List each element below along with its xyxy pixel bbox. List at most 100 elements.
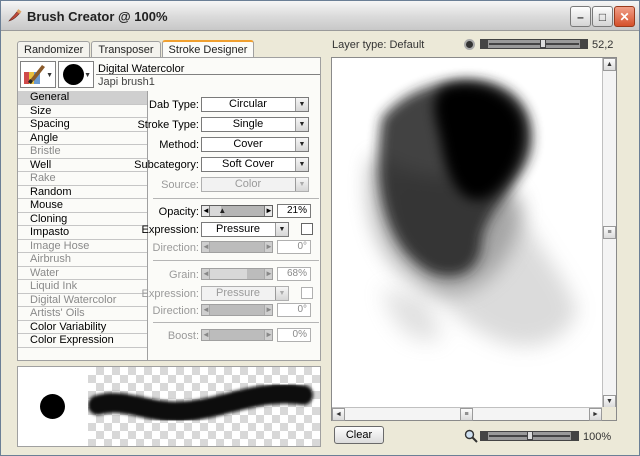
stroke-type-select[interactable]: Single ▼ bbox=[201, 117, 309, 132]
source-row: Source: Color ▼ bbox=[149, 177, 321, 193]
category-well[interactable]: Well bbox=[18, 159, 147, 172]
category-angle[interactable]: Angle bbox=[18, 132, 147, 145]
zoom-thumb[interactable] bbox=[526, 431, 533, 440]
slider-left-icon: ◄ bbox=[202, 305, 210, 315]
preview-canvas[interactable]: ▲ ≡ ▼ ◄ ≡ ► bbox=[331, 57, 617, 421]
grain-slider: ◄ ► bbox=[201, 268, 273, 280]
subcategory-label: Subcategory: bbox=[134, 159, 199, 171]
boost-slider: ◄ ► bbox=[201, 329, 273, 341]
category-digital-watercolor: Digital Watercolor bbox=[18, 294, 147, 307]
divider bbox=[153, 198, 319, 199]
slider-right-icon: ► bbox=[264, 330, 273, 340]
chevron-down-icon: ▼ bbox=[84, 72, 91, 79]
vertical-scroll-thumb[interactable]: ≡ bbox=[603, 226, 616, 239]
boost-label: Boost: bbox=[167, 330, 199, 342]
category-color-variability[interactable]: Color Variability bbox=[18, 321, 147, 334]
category-mouse[interactable]: Mouse bbox=[18, 199, 147, 213]
category-cloning[interactable]: Cloning bbox=[18, 213, 147, 226]
brush-category-selector[interactable]: ▼ bbox=[20, 61, 56, 88]
divider bbox=[96, 74, 320, 75]
subcategory-select[interactable]: Soft Cover ▼ bbox=[201, 157, 309, 172]
slider-left-icon: ◄ bbox=[202, 330, 210, 340]
magnifier-icon bbox=[464, 429, 478, 443]
category-impasto[interactable]: Impasto bbox=[18, 226, 147, 240]
method-value: Cover bbox=[233, 138, 263, 150]
dab-type-label: Dab Type: bbox=[149, 99, 199, 111]
minimize-button[interactable]: – bbox=[570, 6, 591, 27]
category-general[interactable]: General bbox=[18, 91, 147, 105]
dab-preview bbox=[18, 367, 88, 446]
stroke-designer-panel: ▼ ▼ Digital Watercolor Japi brush1 Gener… bbox=[17, 57, 321, 361]
source-label: Source: bbox=[161, 179, 199, 191]
opacity-expression-label: Expression: bbox=[141, 224, 199, 236]
category-image-hose: Image Hose bbox=[18, 240, 147, 253]
maximize-button[interactable]: □ bbox=[592, 6, 613, 27]
slider-left-end bbox=[481, 40, 488, 48]
category-random[interactable]: Random bbox=[18, 186, 147, 199]
slider-right-icon[interactable]: ► bbox=[264, 206, 273, 216]
horizontal-scrollbar[interactable]: ◄ ≡ ► bbox=[332, 407, 602, 421]
grain-expression-row: Expression: Pressure ▼ bbox=[142, 286, 321, 302]
subcategory-value: Soft Cover bbox=[222, 158, 274, 170]
round-dab-variant-icon bbox=[63, 64, 84, 85]
brush-size-icon bbox=[464, 39, 475, 50]
close-button[interactable]: ✕ bbox=[614, 6, 635, 27]
subcategory-row: Subcategory: Soft Cover ▼ bbox=[134, 157, 321, 173]
tab-transposer[interactable]: Transposer bbox=[91, 41, 161, 58]
category-liquid-ink: Liquid Ink bbox=[18, 280, 147, 294]
scrollbar-corner bbox=[602, 407, 616, 420]
category-color-expression[interactable]: Color Expression bbox=[18, 334, 147, 348]
grain-expression-value: Pressure bbox=[215, 287, 261, 299]
dab-type-select[interactable]: Circular ▼ bbox=[201, 97, 309, 112]
title-bar[interactable]: Brush Creator @ 100% – □ ✕ bbox=[1, 1, 639, 31]
grain-direction-value: 0° bbox=[277, 303, 311, 317]
opacity-direction-row: Direction: ◄ ► 0° bbox=[149, 240, 321, 256]
scroll-up-icon[interactable]: ▲ bbox=[603, 58, 616, 71]
chevron-down-icon: ▼ bbox=[46, 72, 53, 79]
chevron-down-icon: ▼ bbox=[295, 178, 308, 191]
brush-control-category-list: General Size Spacing Angle Bristle Well … bbox=[18, 91, 148, 361]
vertical-scrollbar[interactable]: ▲ ≡ ▼ bbox=[602, 58, 616, 408]
scroll-left-icon[interactable]: ◄ bbox=[332, 408, 345, 421]
zoom-value: 100% bbox=[583, 431, 612, 443]
slider-thumb[interactable]: ▲ bbox=[218, 206, 226, 216]
brush-variant-selector[interactable]: ▼ bbox=[58, 61, 94, 88]
clear-button[interactable]: Clear bbox=[334, 426, 384, 444]
stroke-sample bbox=[88, 367, 320, 446]
preview-canvas-strokes bbox=[369, 79, 577, 347]
category-size[interactable]: Size bbox=[18, 105, 147, 118]
tab-randomizer[interactable]: Randomizer bbox=[17, 41, 91, 58]
slider-left-end bbox=[481, 432, 488, 440]
opacity-invert-checkbox[interactable] bbox=[301, 223, 313, 235]
zoom-slider[interactable] bbox=[480, 431, 579, 441]
brush-size-thumb[interactable] bbox=[540, 39, 546, 48]
slider-left-icon[interactable]: ◄ bbox=[202, 206, 210, 216]
opacity-direction-slider: ◄ ► bbox=[201, 241, 273, 253]
opacity-value[interactable]: 21% bbox=[277, 204, 311, 218]
window-title: Brush Creator @ 100% bbox=[27, 9, 168, 24]
brush-creator-app-icon bbox=[8, 9, 22, 22]
dab-shape bbox=[40, 394, 65, 419]
dab-type-value: Circular bbox=[229, 98, 267, 110]
close-icon: ✕ bbox=[619, 9, 630, 24]
slider-right-end bbox=[571, 432, 578, 440]
method-select[interactable]: Cover ▼ bbox=[201, 137, 309, 152]
chevron-down-icon: ▼ bbox=[295, 138, 308, 151]
category-rake: Rake bbox=[18, 172, 147, 186]
chevron-down-icon: ▼ bbox=[295, 158, 308, 171]
grain-value: 68% bbox=[277, 267, 311, 281]
general-controls: Dab Type: Circular ▼ Stroke Type: Single ▼… bbox=[134, 91, 321, 361]
brush-size-slider[interactable] bbox=[480, 39, 588, 49]
category-spacing[interactable]: Spacing bbox=[18, 118, 147, 132]
method-label: Method: bbox=[159, 139, 199, 151]
opacity-slider[interactable]: ◄ ▲ ► bbox=[201, 205, 273, 217]
boost-value: 0% bbox=[277, 328, 311, 342]
slider-track bbox=[489, 43, 579, 45]
opacity-expression-value: Pressure bbox=[215, 223, 261, 235]
opacity-expression-select[interactable]: Pressure ▼ bbox=[201, 222, 289, 237]
horizontal-scroll-thumb[interactable]: ≡ bbox=[460, 408, 473, 421]
grain-fill bbox=[210, 269, 247, 279]
tab-stroke-designer[interactable]: Stroke Designer bbox=[161, 40, 255, 58]
divider bbox=[153, 322, 319, 323]
scroll-right-icon[interactable]: ► bbox=[589, 408, 602, 421]
